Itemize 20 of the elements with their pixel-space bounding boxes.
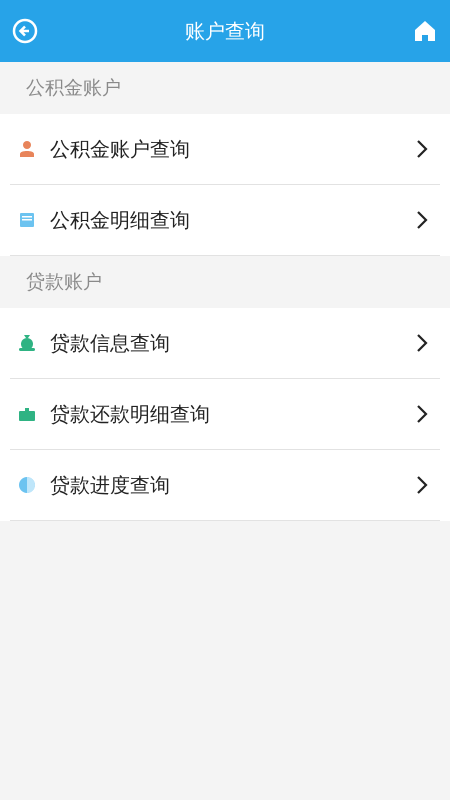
section-title: 贷款账户: [25, 270, 103, 295]
person-icon: [18, 140, 36, 158]
chevron-icon: [416, 139, 428, 159]
menu-item[interactable]: 贷款信息查询: [10, 308, 440, 379]
back-button[interactable]: [12, 18, 38, 44]
menu-item[interactable]: 公积金账户查询: [10, 114, 440, 185]
chevron-icon: [416, 333, 428, 353]
money-bag-icon: [18, 334, 36, 352]
chevron-icon: [416, 404, 428, 424]
page-title: 账户查询: [185, 18, 265, 44]
menu-item[interactable]: 贷款还款明细查询: [10, 379, 440, 450]
chevron-icon: [416, 210, 428, 230]
pie-chart-icon: [18, 476, 36, 494]
document-icon: [18, 211, 36, 229]
chevron-icon: [416, 475, 428, 495]
menu-item[interactable]: 贷款进度查询: [10, 450, 440, 521]
home-button[interactable]: [412, 18, 438, 44]
menu-item[interactable]: 公积金明细查询: [10, 185, 440, 256]
card-icon: [18, 405, 36, 423]
section-title: 公积金账户: [25, 76, 122, 101]
